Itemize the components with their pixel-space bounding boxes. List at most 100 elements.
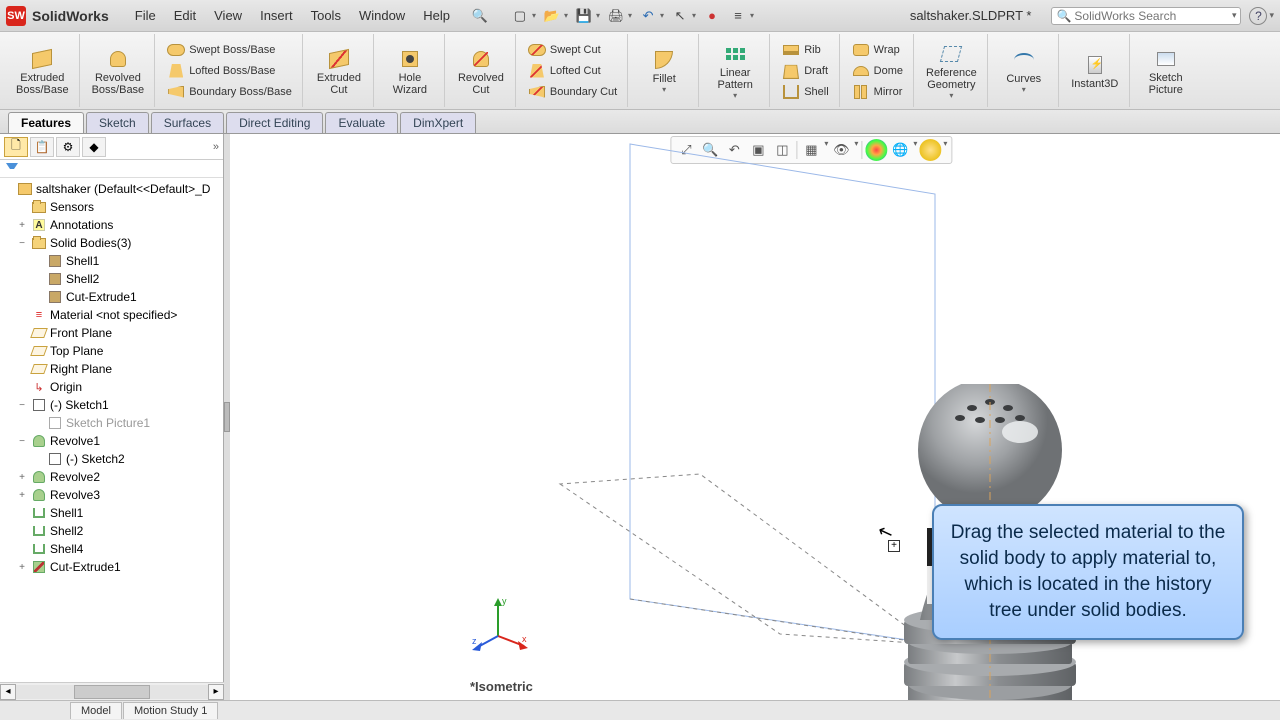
print-icon[interactable]: 🖨 (606, 6, 626, 26)
new-doc-icon[interactable]: ▢ (510, 6, 530, 26)
linear-pattern-button[interactable]: Linear Pattern▾ (707, 39, 763, 102)
instruction-tooltip: Drag the selected material to the solid … (932, 504, 1244, 640)
bottom-tabs: Model Motion Study 1 (0, 700, 1280, 720)
search-glass-icon: 🔍 (1056, 9, 1071, 23)
hole-wizard-button[interactable]: Hole Wizard (382, 44, 438, 98)
command-manager-tabs: Features Sketch Surfaces Direct Editing … (0, 110, 1280, 134)
bottom-tab-model[interactable]: Model (70, 702, 122, 719)
rebuild-icon[interactable]: ● (702, 6, 722, 26)
feature-manager-panel: 🗋 📋 ⚙ ◆ » saltshaker (Default<<Default>_… (0, 134, 224, 700)
swept-boss-button[interactable]: Swept Boss/Base (163, 40, 296, 60)
search-icon[interactable]: 🔍 (470, 6, 490, 26)
open-icon[interactable]: 📂 (542, 6, 562, 26)
tree-origin[interactable]: ↳Origin (0, 378, 223, 396)
help-dropdown-icon[interactable]: ▾ (1269, 10, 1274, 21)
quick-toolbar: 🔍 ▢▾ 📂▾ 💾▾ 🖨▾ ↶▾ ↖▾ ● ≡▾ (470, 6, 754, 26)
revolved-cut-button[interactable]: Revolved Cut (453, 44, 509, 98)
menu-bar: File Edit View Insert Tools Window Help (127, 5, 458, 26)
tree-front-plane[interactable]: Front Plane (0, 324, 223, 342)
bottom-tab-motion-study[interactable]: Motion Study 1 (123, 702, 218, 719)
tree-revolve2[interactable]: +Revolve2 (0, 468, 223, 486)
search-dropdown-icon[interactable]: ▾ (1232, 10, 1237, 21)
tree-sketch-picture1[interactable]: Sketch Picture1 (0, 414, 223, 432)
menu-view[interactable]: View (206, 5, 250, 26)
extruded-boss-button[interactable]: Extruded Boss/Base (12, 44, 73, 98)
dome-button[interactable]: Dome (848, 61, 907, 81)
feature-filter-row[interactable] (0, 160, 223, 178)
lofted-cut-button[interactable]: Lofted Cut (524, 61, 621, 81)
cursor-plus-icon: + (888, 540, 900, 552)
wrap-button[interactable]: Wrap (848, 40, 907, 60)
menu-help[interactable]: Help (415, 5, 458, 26)
scroll-right-icon[interactable]: ▸ (208, 684, 224, 700)
tree-annotations[interactable]: +AAnnotations (0, 216, 223, 234)
view-orientation-label: *Isometric (470, 679, 533, 694)
tree-right-plane[interactable]: Right Plane (0, 360, 223, 378)
tree-body-shell1[interactable]: Shell1 (0, 252, 223, 270)
tree-body-cutextrude1[interactable]: Cut-Extrude1 (0, 288, 223, 306)
search-input[interactable] (1074, 9, 1232, 23)
fillet-button[interactable]: Fillet▾ (636, 45, 692, 96)
tree-top-plane[interactable]: Top Plane (0, 342, 223, 360)
filter-funnel-icon (6, 163, 18, 175)
tab-dimxpert[interactable]: DimXpert (400, 112, 476, 133)
tab-sketch[interactable]: Sketch (86, 112, 149, 133)
instant3d-button[interactable]: Instant3D (1067, 50, 1123, 92)
options-icon[interactable]: ≡ (728, 6, 748, 26)
tree-shell1[interactable]: Shell1 (0, 504, 223, 522)
tab-direct-editing[interactable]: Direct Editing (226, 112, 323, 133)
fm-tab-dimxpert-icon[interactable]: ◆ (82, 137, 106, 157)
fm-collapse-icon[interactable]: » (213, 141, 219, 153)
reference-geometry-button[interactable]: Reference Geometry▾ (922, 39, 981, 102)
menu-insert[interactable]: Insert (252, 5, 301, 26)
tab-features[interactable]: Features (8, 112, 84, 133)
select-icon[interactable]: ↖ (670, 6, 690, 26)
menu-window[interactable]: Window (351, 5, 413, 26)
lofted-boss-button[interactable]: Lofted Boss/Base (163, 61, 296, 81)
curves-button[interactable]: Curves▾ (996, 45, 1052, 96)
tree-root[interactable]: saltshaker (Default<<Default>_D (0, 180, 223, 198)
tree-solid-bodies[interactable]: −Solid Bodies(3) (0, 234, 223, 252)
extruded-cut-button[interactable]: Extruded Cut (311, 44, 367, 98)
save-icon[interactable]: 💾 (574, 6, 594, 26)
fm-tab-feature-tree-icon[interactable]: 🗋 (4, 137, 28, 157)
tab-surfaces[interactable]: Surfaces (151, 112, 224, 133)
search-box[interactable]: 🔍 ▾ (1051, 7, 1241, 25)
tree-sensors[interactable]: Sensors (0, 198, 223, 216)
fm-tab-config-icon[interactable]: ⚙ (56, 137, 80, 157)
revolved-boss-button[interactable]: Revolved Boss/Base (88, 44, 149, 98)
tree-revolve1[interactable]: −Revolve1 (0, 432, 223, 450)
tree-material[interactable]: ≡Material <not specified> (0, 306, 223, 324)
feature-tree: saltshaker (Default<<Default>_D Sensors … (0, 178, 223, 700)
swept-cut-button[interactable]: Swept Cut (524, 40, 621, 60)
tree-revolve3[interactable]: +Revolve3 (0, 486, 223, 504)
svg-text:z: z (472, 636, 477, 646)
tree-shell4[interactable]: Shell4 (0, 540, 223, 558)
tree-body-shell2[interactable]: Shell2 (0, 270, 223, 288)
graphics-area[interactable]: ⤢ 🔍 ↶ ▣ ◫ ▦▾ 👁▾ 🌐▾ ▾ (230, 134, 1280, 700)
tree-sketch1[interactable]: −(-) Sketch1 (0, 396, 223, 414)
tree-cut-extrude1[interactable]: +Cut-Extrude1 (0, 558, 223, 576)
scroll-thumb[interactable] (74, 685, 151, 699)
tooltip-text: Drag the selected material to the solid … (950, 520, 1226, 624)
undo-icon[interactable]: ↶ (638, 6, 658, 26)
tab-evaluate[interactable]: Evaluate (325, 112, 398, 133)
sketch-picture-button[interactable]: Sketch Picture (1138, 44, 1194, 98)
scroll-left-icon[interactable]: ◂ (0, 684, 16, 700)
mirror-button[interactable]: Mirror (848, 82, 907, 102)
menu-tools[interactable]: Tools (303, 5, 349, 26)
menu-file[interactable]: File (127, 5, 164, 26)
draft-button[interactable]: Draft (778, 61, 832, 81)
menu-edit[interactable]: Edit (166, 5, 204, 26)
tree-sketch2[interactable]: (-) Sketch2 (0, 450, 223, 468)
rib-button[interactable]: Rib (778, 40, 832, 60)
boundary-boss-button[interactable]: Boundary Boss/Base (163, 82, 296, 102)
app-name: SolidWorks (32, 8, 109, 24)
orientation-triad[interactable]: y x z (470, 594, 530, 654)
tree-shell2[interactable]: Shell2 (0, 522, 223, 540)
fm-tab-property-icon[interactable]: 📋 (30, 137, 54, 157)
shell-button[interactable]: Shell (778, 82, 832, 102)
boundary-cut-button[interactable]: Boundary Cut (524, 82, 621, 102)
help-icon[interactable]: ? (1249, 7, 1267, 25)
tree-hscrollbar[interactable]: ◂ ▸ (0, 682, 224, 700)
